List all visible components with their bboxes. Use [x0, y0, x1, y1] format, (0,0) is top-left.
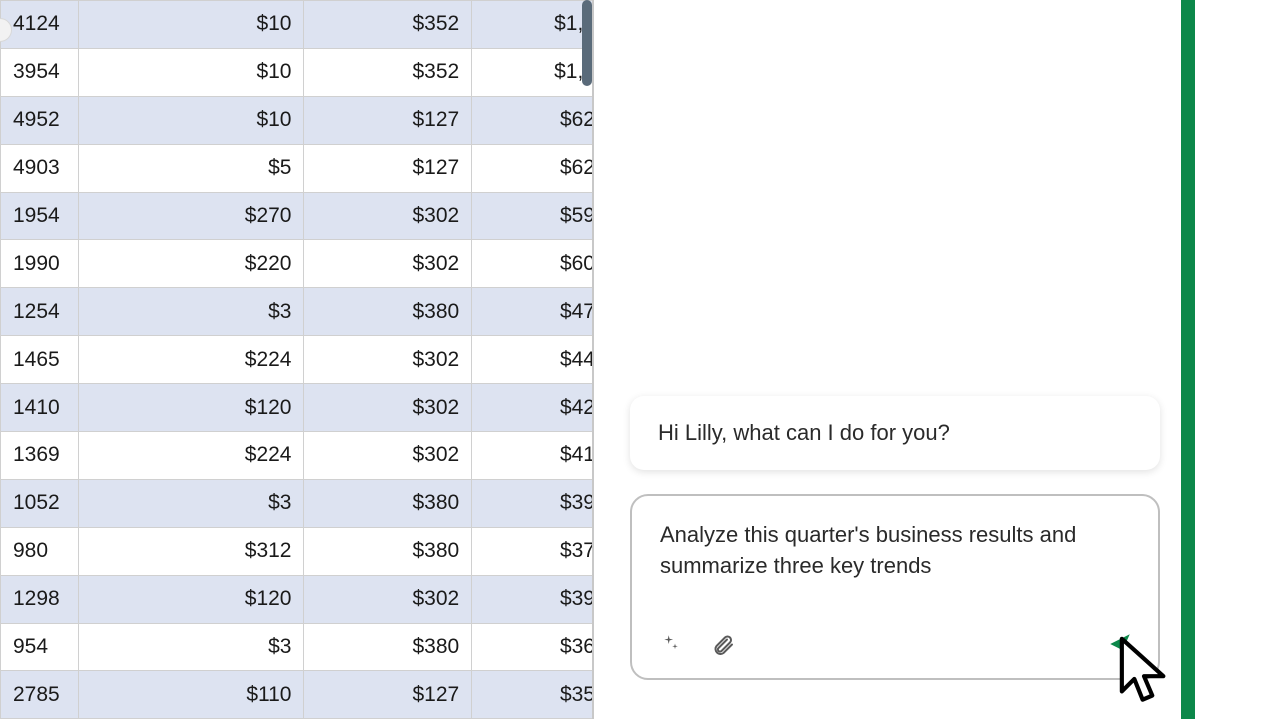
cell-value-b[interactable]: $10 [78, 1, 304, 49]
cell-id[interactable]: 2785 [1, 671, 79, 719]
table-row[interactable]: 4124$10$352$1,5 [1, 1, 608, 49]
assistant-message-text: Hi Lilly, what can I do for you? [658, 420, 950, 445]
cell-value-c[interactable]: $352 [304, 48, 472, 96]
table-row[interactable]: 954$3$380$36 [1, 623, 608, 671]
cell-value-b[interactable]: $5 [78, 144, 304, 192]
cell-id[interactable]: 1298 [1, 575, 79, 623]
cell-value-c[interactable]: $352 [304, 1, 472, 49]
cell-id[interactable]: 954 [1, 623, 79, 671]
cell-value-b[interactable]: $270 [78, 192, 304, 240]
cell-value-c[interactable]: $127 [304, 144, 472, 192]
sparkle-icon[interactable] [660, 632, 686, 658]
cell-value-d[interactable]: $47 [472, 288, 608, 336]
cell-value-d[interactable]: $36 [472, 623, 608, 671]
table-row[interactable]: 1298$120$302$39 [1, 575, 608, 623]
table-row[interactable]: 1990$220$302$60 [1, 240, 608, 288]
cell-value-c[interactable]: $380 [304, 623, 472, 671]
cell-value-b[interactable]: $10 [78, 96, 304, 144]
cell-value-c[interactable]: $302 [304, 432, 472, 480]
cell-value-c[interactable]: $380 [304, 479, 472, 527]
cell-value-d[interactable]: $62 [472, 144, 608, 192]
cell-value-b[interactable]: $110 [78, 671, 304, 719]
table-row[interactable]: 1369$224$302$41 [1, 432, 608, 480]
cell-value-d[interactable]: $39 [472, 479, 608, 527]
cell-value-d[interactable]: $59 [472, 192, 608, 240]
cell-id[interactable]: 4124 [1, 1, 79, 49]
cell-value-b[interactable]: $120 [78, 384, 304, 432]
cell-id[interactable]: 1410 [1, 384, 79, 432]
table-row[interactable]: 1254$3$380$47 [1, 288, 608, 336]
cell-value-c[interactable]: $302 [304, 240, 472, 288]
assistant-message: Hi Lilly, what can I do for you? [630, 396, 1160, 470]
send-button[interactable] [1106, 630, 1134, 658]
cell-value-b[interactable]: $220 [78, 240, 304, 288]
cell-value-d[interactable]: $60 [472, 240, 608, 288]
vertical-scrollbar-thumb[interactable] [582, 0, 592, 86]
table-row[interactable]: 1465$224$302$44 [1, 336, 608, 384]
chat-panel: Hi Lilly, what can I do for you? Analyze… [608, 0, 1187, 719]
cell-value-c[interactable]: $127 [304, 671, 472, 719]
table-row[interactable]: 1410$120$302$42 [1, 384, 608, 432]
cell-id[interactable]: 4952 [1, 96, 79, 144]
cell-value-b[interactable]: $3 [78, 623, 304, 671]
cell-value-d[interactable]: $39 [472, 575, 608, 623]
cell-id[interactable]: 3954 [1, 48, 79, 96]
cell-id[interactable]: 1052 [1, 479, 79, 527]
cell-value-b[interactable]: $3 [78, 479, 304, 527]
table-row[interactable]: 4903$5$127$62 [1, 144, 608, 192]
cell-id[interactable]: 1254 [1, 288, 79, 336]
chat-input-box[interactable]: Analyze this quarter's business results … [630, 494, 1160, 680]
table-row[interactable]: 980$312$380$37 [1, 527, 608, 575]
cell-value-b[interactable]: $312 [78, 527, 304, 575]
cell-value-b[interactable]: $10 [78, 48, 304, 96]
cell-value-d[interactable]: $41 [472, 432, 608, 480]
cell-id[interactable]: 1369 [1, 432, 79, 480]
cell-value-d[interactable]: $35 [472, 671, 608, 719]
spreadsheet-panel: 4124$10$352$1,53954$10$352$1,94952$10$12… [0, 0, 608, 719]
cell-value-d[interactable]: $37 [472, 527, 608, 575]
table-row[interactable]: 2785$110$127$35 [1, 671, 608, 719]
spreadsheet-right-edge [592, 0, 608, 719]
cell-value-d[interactable]: $44 [472, 336, 608, 384]
cell-id[interactable]: 1990 [1, 240, 79, 288]
cell-value-c[interactable]: $302 [304, 384, 472, 432]
chat-input-toolbar [660, 632, 736, 658]
table-row[interactable]: 1954$270$302$59 [1, 192, 608, 240]
cell-value-d[interactable]: $42 [472, 384, 608, 432]
cell-value-c[interactable]: $127 [304, 96, 472, 144]
cell-value-c[interactable]: $302 [304, 336, 472, 384]
table-row[interactable]: 4952$10$127$62 [1, 96, 608, 144]
data-table[interactable]: 4124$10$352$1,53954$10$352$1,94952$10$12… [0, 0, 608, 719]
cell-id[interactable]: 1465 [1, 336, 79, 384]
cell-value-b[interactable]: $120 [78, 575, 304, 623]
right-accent-bar [1181, 0, 1195, 719]
cell-value-c[interactable]: $302 [304, 575, 472, 623]
cell-value-d[interactable]: $62 [472, 96, 608, 144]
cell-value-b[interactable]: $224 [78, 336, 304, 384]
cell-id[interactable]: 980 [1, 527, 79, 575]
cell-value-b[interactable]: $224 [78, 432, 304, 480]
cell-value-c[interactable]: $302 [304, 192, 472, 240]
chat-input-text[interactable]: Analyze this quarter's business results … [660, 520, 1130, 582]
cell-value-c[interactable]: $380 [304, 527, 472, 575]
cell-id[interactable]: 1954 [1, 192, 79, 240]
paperclip-icon[interactable] [710, 632, 736, 658]
table-row[interactable]: 3954$10$352$1,9 [1, 48, 608, 96]
cell-id[interactable]: 4903 [1, 144, 79, 192]
table-row[interactable]: 1052$3$380$39 [1, 479, 608, 527]
cell-value-c[interactable]: $380 [304, 288, 472, 336]
cell-value-b[interactable]: $3 [78, 288, 304, 336]
